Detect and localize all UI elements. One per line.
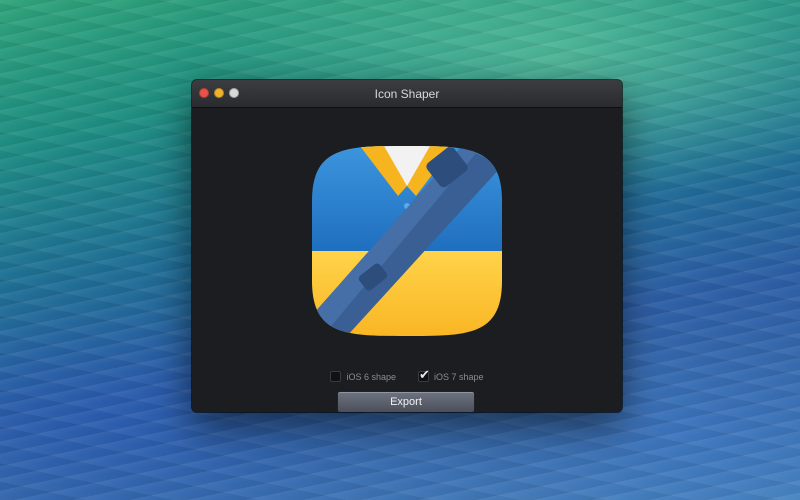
ios6-shape-label: iOS 6 shape xyxy=(346,371,396,382)
checkmark-icon: ✔ xyxy=(419,367,430,382)
ios6-shape-checkbox[interactable] xyxy=(330,371,342,382)
window-content: iOS 6 shape ✔ iOS 7 shape Export xyxy=(192,108,622,412)
ios7-shape-option[interactable]: ✔ iOS 7 shape xyxy=(418,367,484,382)
shape-options: iOS 6 shape ✔ iOS 7 shape xyxy=(192,367,622,382)
export-button[interactable]: Export xyxy=(337,391,475,412)
title-bar: Icon Shaper xyxy=(192,80,622,108)
app-preview-icon xyxy=(312,146,502,336)
ios6-shape-option[interactable]: iOS 6 shape xyxy=(330,371,396,382)
window-title: Icon Shaper xyxy=(374,87,440,101)
ios7-shape-label: iOS 7 shape xyxy=(434,371,484,382)
ios7-shape-checkbox[interactable]: ✔ xyxy=(418,367,430,382)
icon-shaper-window: Icon Shaper iOS 6 shape ✔ iOS 7 shape Ex… xyxy=(192,80,622,412)
